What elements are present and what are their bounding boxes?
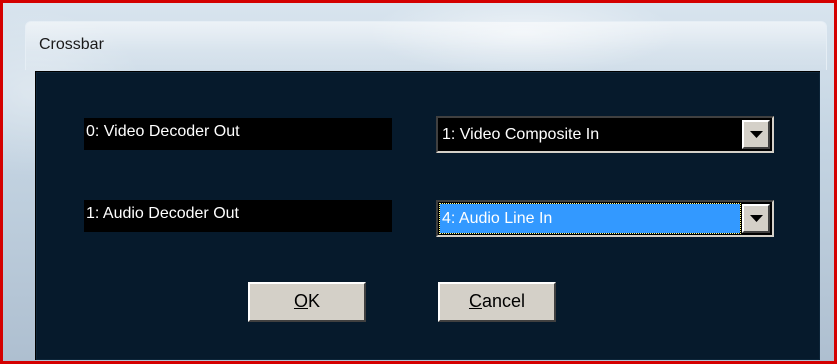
cancel-button-label: ancel bbox=[481, 291, 526, 311]
window-title: Crossbar bbox=[39, 36, 104, 53]
chevron-down-icon bbox=[750, 215, 763, 222]
ok-button-label: K bbox=[308, 291, 321, 311]
chevron-down-icon bbox=[750, 131, 763, 138]
output-pin-label-video: 0: Video Decoder Out bbox=[84, 118, 392, 150]
input-select-video-value: 1: Video Composite In bbox=[442, 126, 600, 143]
input-select-audio[interactable]: 4: Audio Line In bbox=[436, 200, 774, 237]
window-frame: Crossbar 0: Video Decoder Out 1: Video C… bbox=[0, 0, 837, 364]
title-bar[interactable] bbox=[25, 21, 827, 70]
dropdown-button-video[interactable] bbox=[742, 120, 770, 149]
ok-button-mnemonic: O bbox=[293, 291, 308, 311]
dropdown-button-audio[interactable] bbox=[742, 204, 770, 233]
ok-button[interactable]: OK bbox=[248, 282, 366, 322]
input-select-video[interactable]: 1: Video Composite In bbox=[436, 116, 774, 153]
cancel-button[interactable]: Cancel bbox=[438, 282, 556, 322]
cancel-button-mnemonic: C bbox=[468, 291, 482, 311]
output-pin-label-audio: 1: Audio Decoder Out bbox=[84, 200, 392, 232]
dialog-client-area: 0: Video Decoder Out 1: Video Composite … bbox=[35, 71, 820, 360]
input-select-audio-value: 4: Audio Line In bbox=[439, 203, 741, 234]
